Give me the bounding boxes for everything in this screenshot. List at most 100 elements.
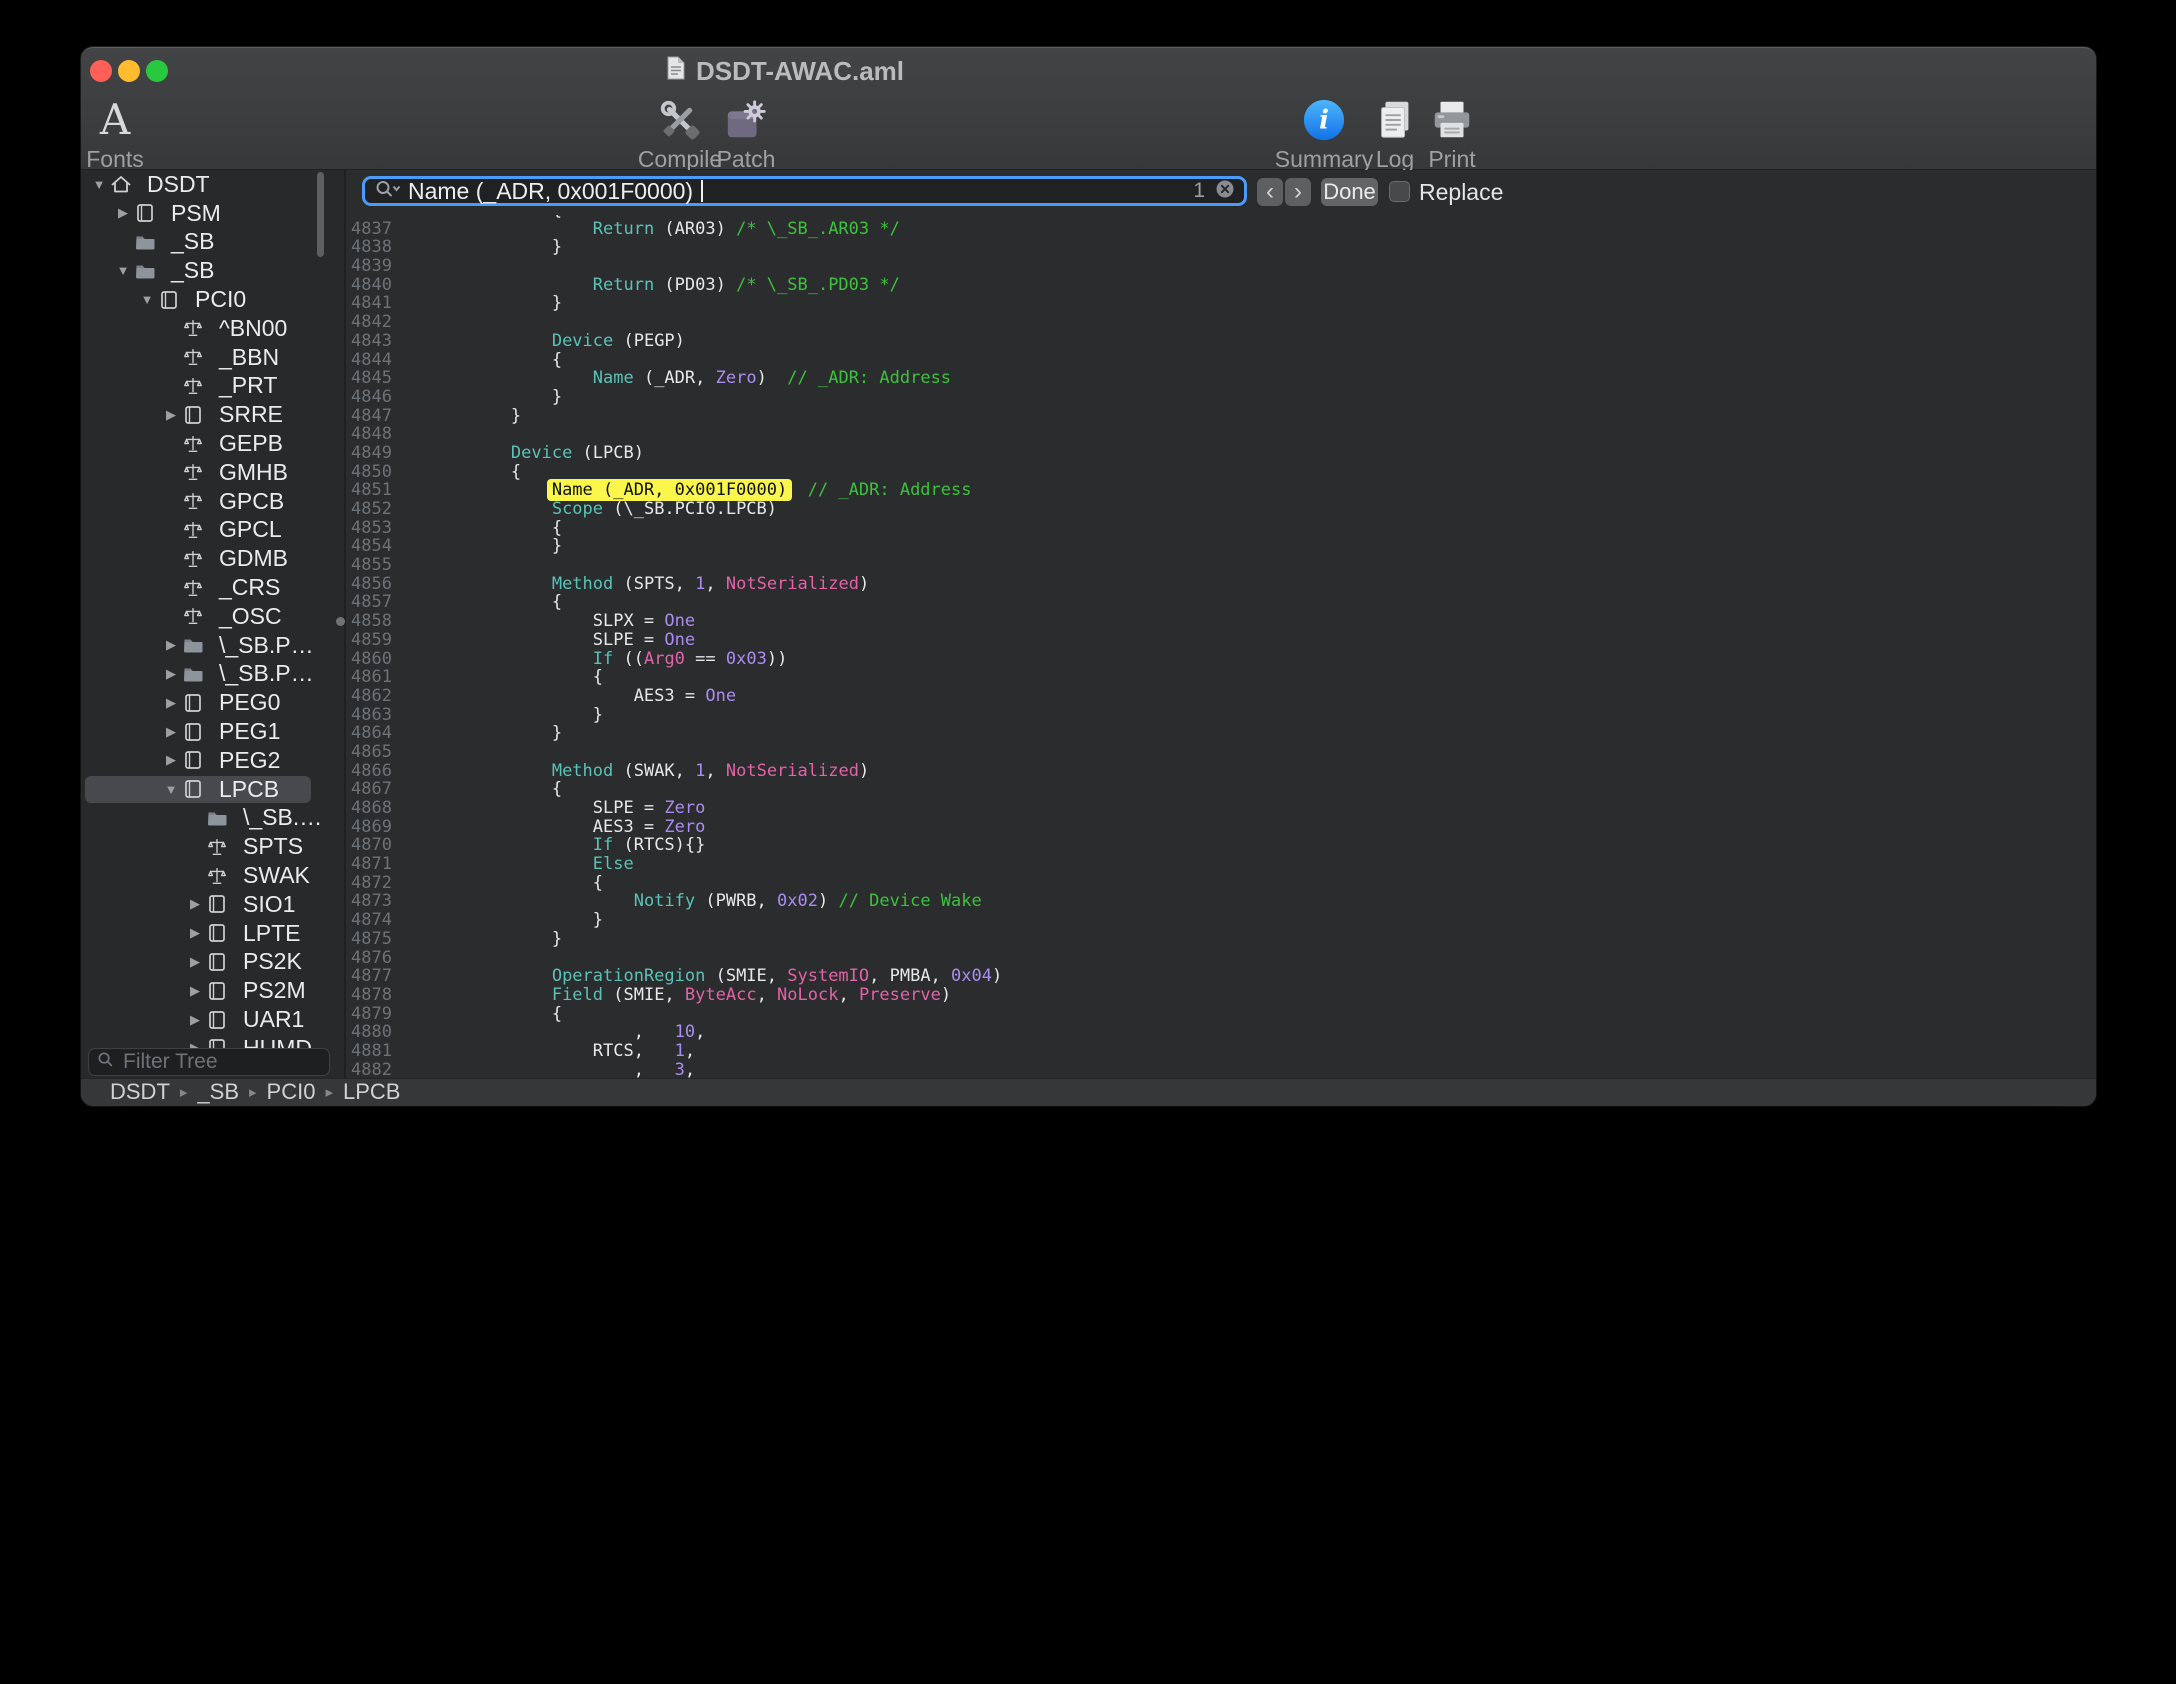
line-number: 4840 — [346, 276, 392, 295]
tree-item[interactable]: _BBN — [81, 343, 344, 372]
disclosure-triangle-icon[interactable]: ▶ — [112, 205, 134, 221]
code-line: 4855 — [346, 556, 2096, 575]
tree-item[interactable]: ▶ PEG2 — [81, 746, 344, 775]
tree-item-label: PEG0 — [219, 689, 280, 716]
disclosure-triangle-icon[interactable]: ▶ — [160, 724, 182, 740]
tree-item[interactable]: ▶ PS2M — [81, 976, 344, 1005]
tree-item[interactable]: ▼ _SB — [81, 256, 344, 285]
tree-item[interactable]: GDMB — [81, 544, 344, 573]
code-line: 4867 { — [346, 780, 2096, 799]
disclosure-triangle-icon[interactable]: ▶ — [184, 983, 206, 999]
line-number: 4848 — [346, 425, 392, 444]
minimize-button[interactable] — [118, 60, 140, 82]
tree-item[interactable]: _CRS — [81, 573, 344, 602]
breadcrumb-item[interactable]: LPCB — [343, 1079, 400, 1105]
code-line: 4857 { — [346, 593, 2096, 612]
line-number: 4876 — [346, 949, 392, 968]
titlebar[interactable]: DSDT-AWAC.aml — [81, 47, 2096, 95]
search-icon[interactable] — [374, 179, 400, 204]
zoom-button[interactable] — [146, 60, 168, 82]
code-line: 4865 — [346, 743, 2096, 762]
find-next-button[interactable]: › — [1285, 178, 1311, 206]
device-icon — [206, 951, 234, 973]
tree-item[interactable]: ▶ SRRE — [81, 400, 344, 429]
tree-item-label: _BBN — [219, 344, 279, 371]
patch-gear-icon — [676, 95, 816, 145]
line-number: 4863 — [346, 706, 392, 725]
device-icon — [206, 922, 234, 944]
folder-icon — [134, 231, 162, 253]
clear-search-icon[interactable] — [1215, 179, 1235, 204]
tree-item[interactable]: ▼ DSDT — [81, 170, 344, 199]
tree-item[interactable]: _OSC — [81, 602, 344, 631]
tree-item[interactable]: ▶ PS2K — [81, 948, 344, 977]
tree-item[interactable]: SWAK — [81, 861, 344, 890]
patch-label: Patch — [676, 146, 816, 173]
breadcrumb-separator-icon: ▸ — [325, 1083, 333, 1101]
find-previous-button[interactable]: ‹ — [1257, 178, 1283, 206]
tree-item[interactable]: SPTS — [81, 832, 344, 861]
tree-item[interactable]: GPCB — [81, 487, 344, 516]
splitter-handle[interactable] — [336, 617, 345, 626]
tree-item[interactable]: _SB — [81, 228, 344, 257]
tree-item[interactable]: ▶ \_SB.P… — [81, 631, 344, 660]
disclosure-triangle-icon[interactable]: ▼ — [136, 292, 158, 307]
tree-item[interactable]: ▶ PEG1 — [81, 717, 344, 746]
tree-item[interactable]: _PRT — [81, 372, 344, 401]
fonts-button[interactable]: A Fonts — [81, 95, 185, 173]
print-button[interactable]: Print — [1382, 95, 1522, 173]
disclosure-triangle-icon[interactable]: ▶ — [184, 896, 206, 912]
window-title: DSDT-AWAC.aml — [696, 56, 904, 87]
close-button[interactable] — [90, 60, 112, 82]
patch-button[interactable]: Patch — [676, 95, 816, 173]
replace-checkbox[interactable] — [1389, 181, 1410, 202]
method-icon — [182, 433, 210, 455]
code-line: 4852 Scope (\_SB.PCI0.LPCB) — [346, 500, 2096, 519]
tree-item[interactable]: ▶ \_SB.P… — [81, 660, 344, 689]
disclosure-triangle-icon[interactable]: ▼ — [112, 263, 134, 278]
disclosure-triangle-icon[interactable]: ▼ — [88, 177, 110, 192]
tree-item[interactable]: ▶ SIO1 — [81, 890, 344, 919]
disclosure-triangle-icon[interactable]: ▶ — [160, 695, 182, 711]
tree-item-label: PEG2 — [219, 747, 280, 774]
device-icon — [206, 893, 234, 915]
disclosure-triangle-icon[interactable]: ▶ — [160, 666, 182, 682]
tree-item[interactable]: GEPB — [81, 429, 344, 458]
tree-item[interactable]: ▶ HUMD — [81, 1034, 344, 1048]
code-line: 4843 Device (PEGP) — [346, 332, 2096, 351]
line-number: 4869 — [346, 818, 392, 837]
filter-tree-field[interactable] — [88, 1048, 330, 1076]
tree-item[interactable]: ▶ PEG0 — [81, 688, 344, 717]
code-line: 4877 OperationRegion (SMIE, SystemIO, PM… — [346, 967, 2096, 986]
tree-item[interactable]: ▶ LPTE — [81, 919, 344, 948]
filter-tree-input[interactable] — [121, 1049, 321, 1075]
breadcrumb-item[interactable]: _SB — [197, 1079, 239, 1105]
line-number: 4873 — [346, 892, 392, 911]
breadcrumb-item[interactable]: PCI0 — [267, 1079, 316, 1105]
document-proxy-icon[interactable] — [666, 56, 686, 87]
tree-item[interactable]: ^BN00 — [81, 314, 344, 343]
disclosure-triangle-icon[interactable]: ▶ — [160, 407, 182, 423]
disclosure-triangle-icon[interactable]: ▶ — [160, 752, 182, 768]
sidebar-scrollbar[interactable] — [317, 172, 324, 257]
disclosure-triangle-icon[interactable]: ▶ — [184, 954, 206, 970]
tree-item-label: _SB — [171, 257, 214, 284]
disclosure-triangle-icon[interactable]: ▶ — [184, 1040, 206, 1048]
tree-item[interactable]: GMHB — [81, 458, 344, 487]
code-editor[interactable]: 4836 {4837 Return (AR03) /* \_SB_.AR03 *… — [346, 215, 2096, 1078]
breadcrumb-separator-icon: ▸ — [180, 1083, 188, 1101]
tree-item[interactable]: ▼ PCI0 — [81, 285, 344, 314]
breadcrumb-item[interactable]: DSDT — [110, 1079, 170, 1105]
disclosure-triangle-icon[interactable]: ▼ — [160, 782, 182, 797]
tree-item[interactable]: ▶ PSM — [81, 199, 344, 228]
tree-item[interactable]: GPCL — [81, 516, 344, 545]
tree-item[interactable]: ▶ UAR1 — [81, 1005, 344, 1034]
disclosure-triangle-icon[interactable]: ▶ — [184, 925, 206, 941]
line-number: 4868 — [346, 799, 392, 818]
disclosure-triangle-icon[interactable]: ▶ — [184, 1012, 206, 1028]
tree-item[interactable]: \_SB.… — [81, 804, 344, 833]
tree-item[interactable]: ▼ LPCB — [81, 775, 344, 804]
find-input[interactable]: Name (_ADR, 0x001F0000) 1 — [362, 176, 1247, 206]
disclosure-triangle-icon[interactable]: ▶ — [160, 637, 182, 653]
done-button[interactable]: Done — [1321, 178, 1378, 206]
